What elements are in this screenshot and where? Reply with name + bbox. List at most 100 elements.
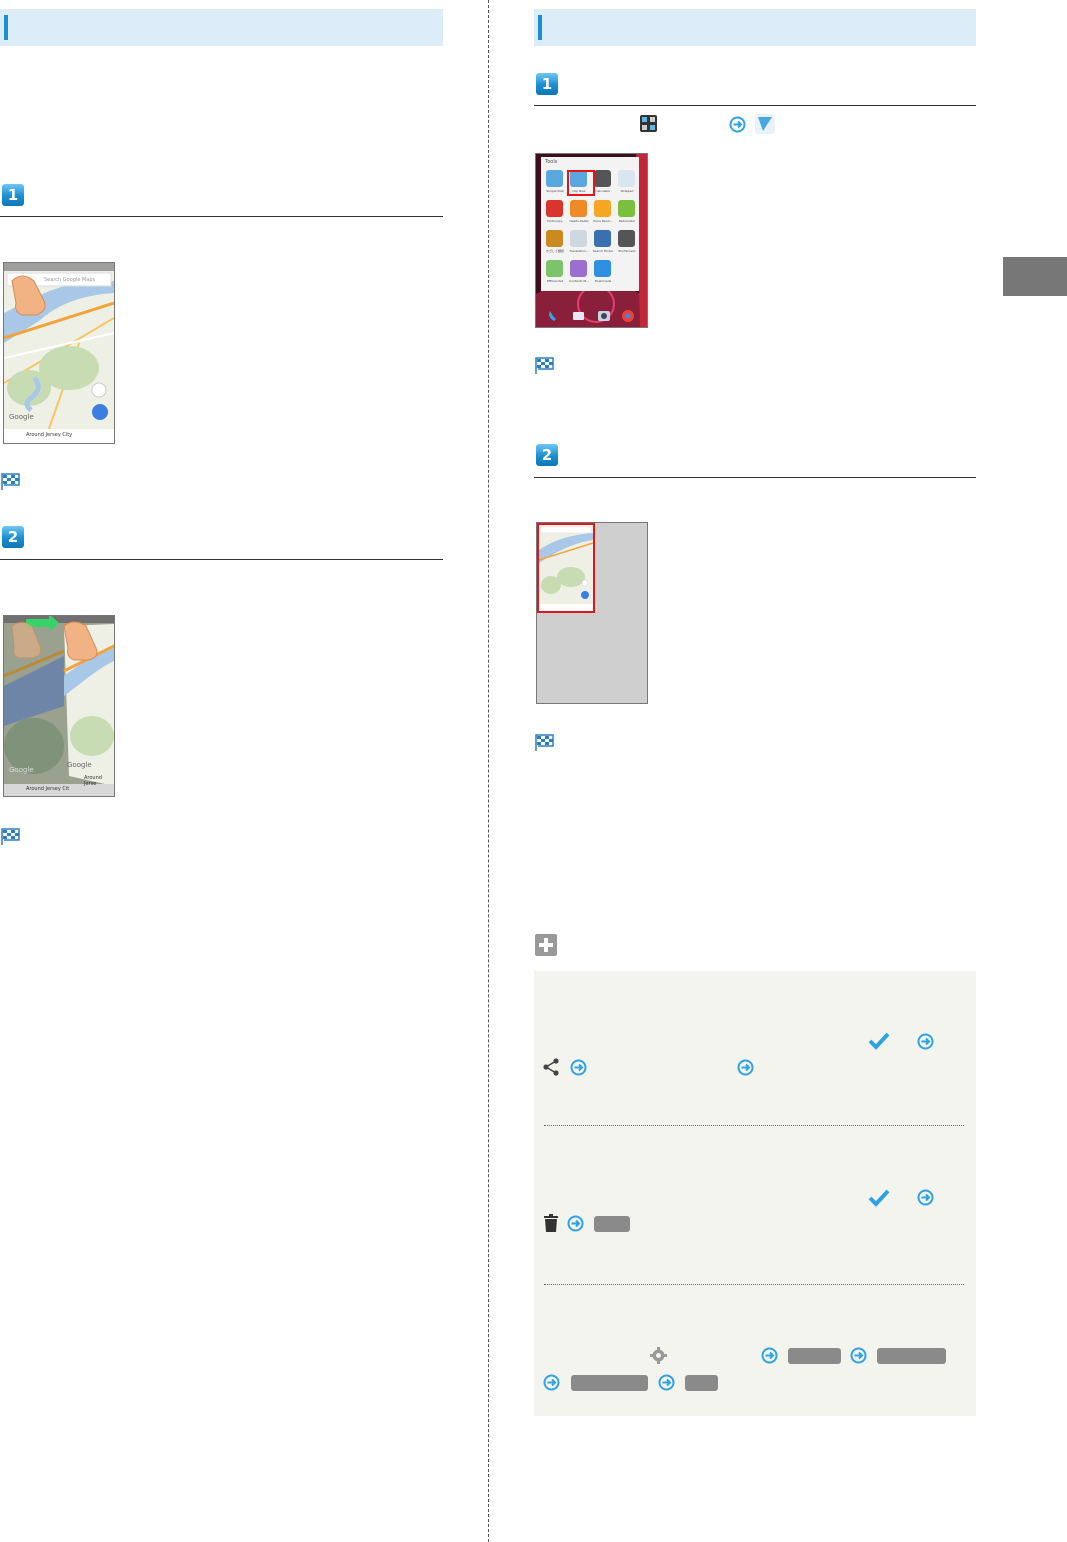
app-icon: [546, 230, 563, 247]
arrow-right-icon: [567, 1215, 584, 1232]
share-icon: [543, 1058, 559, 1076]
map-swipe-screenshot: Google Google Around Jersey Cit Around J…: [3, 615, 115, 797]
step-rule: [534, 105, 976, 106]
trash-icon: [544, 1214, 558, 1232]
arrow-right-icon: [850, 1347, 867, 1364]
tools-app-item[interactable]: Contents M...: [567, 258, 591, 288]
clip-now-highlight: [567, 170, 595, 196]
app-icon: [618, 200, 635, 217]
step-rule: [0, 216, 443, 217]
tools-app-item[interactable]: Simple Post: [543, 168, 567, 198]
app-icon: [594, 200, 611, 217]
app-icon: [594, 230, 611, 247]
settings-gear-icon: [650, 1347, 667, 1364]
app-label: Contents M...: [569, 279, 589, 283]
app-label: Notepad: [620, 189, 634, 193]
map-search-placeholder: Search Google Maps: [44, 277, 96, 283]
column-divider: [488, 0, 489, 1542]
section-header-left: [0, 9, 443, 46]
app-icon: [546, 170, 563, 187]
clip-now-icon: [755, 114, 775, 134]
app-label: Dictionary: [547, 219, 563, 223]
app-label: かざして翻訳: [546, 249, 564, 253]
map-bottom-label-left: Around Jersey Cit: [26, 786, 70, 792]
section-header-accent-bar: [538, 15, 542, 40]
app-icon: [570, 230, 587, 247]
app-label: Osaifu-Keitai: [569, 219, 589, 223]
app-icon: [570, 200, 587, 217]
arrow-right-icon: [761, 1347, 778, 1364]
app-label: Search Finder: [592, 249, 614, 253]
app-icon: [546, 200, 563, 217]
tools-app-item[interactable]: Pedometer: [615, 198, 639, 228]
tools-app-item[interactable]: Voice Recor...: [591, 198, 615, 228]
app-label: Translation...: [569, 249, 589, 253]
goal-flag-icon: [535, 357, 554, 374]
app-label: Voice Recor...: [592, 219, 614, 223]
section-header-accent-bar: [4, 15, 8, 40]
apps-grid-icon: [640, 115, 657, 132]
tools-screenshot: Tools Simple Post Clip Now Calculator Notep…: [535, 153, 648, 328]
step-rule: [534, 477, 976, 478]
tools-app-item[interactable]: かざして翻訳: [543, 228, 567, 258]
dock-icons: [549, 310, 634, 322]
clip-thumbnail: [537, 523, 595, 613]
app-icon: [570, 260, 587, 277]
arrow-right-icon: [570, 1059, 587, 1076]
tools-app-item[interactable]: Search Finder: [591, 228, 615, 258]
map-logo-left: Google: [9, 766, 34, 774]
step-rule: [0, 559, 443, 560]
tools-app-item[interactable]: PrintSmash: [615, 228, 639, 258]
section-header-right: [534, 9, 976, 46]
menu-option-button[interactable]: [571, 1375, 648, 1391]
menu-option-button[interactable]: [788, 1348, 841, 1364]
tools-app-item[interactable]: Translation...: [567, 228, 591, 258]
tools-app-item[interactable]: Efficiendat: [543, 258, 567, 288]
arrow-right-icon: [729, 116, 746, 133]
tools-app-item[interactable]: Downloads: [591, 258, 615, 288]
confirm-button[interactable]: [685, 1375, 718, 1391]
app-icon: [594, 170, 611, 187]
app-label: Downloads: [594, 279, 612, 283]
map-bottom-label: Around Jersey City: [26, 432, 73, 438]
checkmark-icon: [868, 1189, 890, 1207]
app-icon: [546, 260, 563, 277]
app-label: PrintSmash: [618, 249, 636, 253]
arrow-right-icon: [737, 1059, 754, 1076]
map-screenshot: Search Google Maps Google Around Jersey …: [3, 262, 115, 444]
app-icon: [618, 230, 635, 247]
app-label: Simple Post: [546, 189, 564, 193]
menu-option-button[interactable]: [877, 1348, 946, 1364]
arrow-right-icon: [917, 1189, 934, 1206]
chapter-side-tab: [1003, 257, 1067, 296]
app-label: Pedometer: [618, 219, 636, 223]
tools-app-item[interactable]: Osaifu-Keitai: [567, 198, 591, 228]
tip-divider: [544, 1284, 964, 1285]
step-badge-1: 1: [2, 184, 24, 206]
checkmark-icon: [868, 1032, 890, 1050]
clip-thumbnail-screenshot: [536, 522, 648, 704]
arrow-right-icon: [917, 1033, 934, 1050]
app-icon: [618, 170, 635, 187]
app-label: Efficiendat: [547, 279, 563, 283]
plus-icon: [535, 934, 557, 956]
map-logo: Google: [9, 413, 34, 421]
confirm-button[interactable]: [594, 1216, 630, 1232]
step-badge-2: 2: [536, 444, 558, 466]
goal-flag-icon: [1, 828, 20, 845]
map-logo-right: Google: [67, 761, 92, 769]
step-badge-2: 2: [2, 526, 24, 548]
tip-divider: [544, 1125, 964, 1126]
arrow-right-icon: [543, 1374, 560, 1391]
goal-flag-icon: [535, 734, 554, 751]
app-icon: [594, 260, 611, 277]
step-badge-1: 1: [536, 73, 558, 95]
tools-app-item[interactable]: Notepad: [615, 168, 639, 198]
tools-app-item[interactable]: Dictionary: [543, 198, 567, 228]
map-bottom-label-right: Around Jerse: [84, 775, 102, 787]
clip-thumbnail-map: [539, 525, 593, 611]
arrow-right-icon: [658, 1374, 675, 1391]
tools-folder-title: Tools: [545, 159, 558, 165]
goal-flag-icon: [1, 473, 20, 490]
tips-box: [534, 971, 976, 1416]
